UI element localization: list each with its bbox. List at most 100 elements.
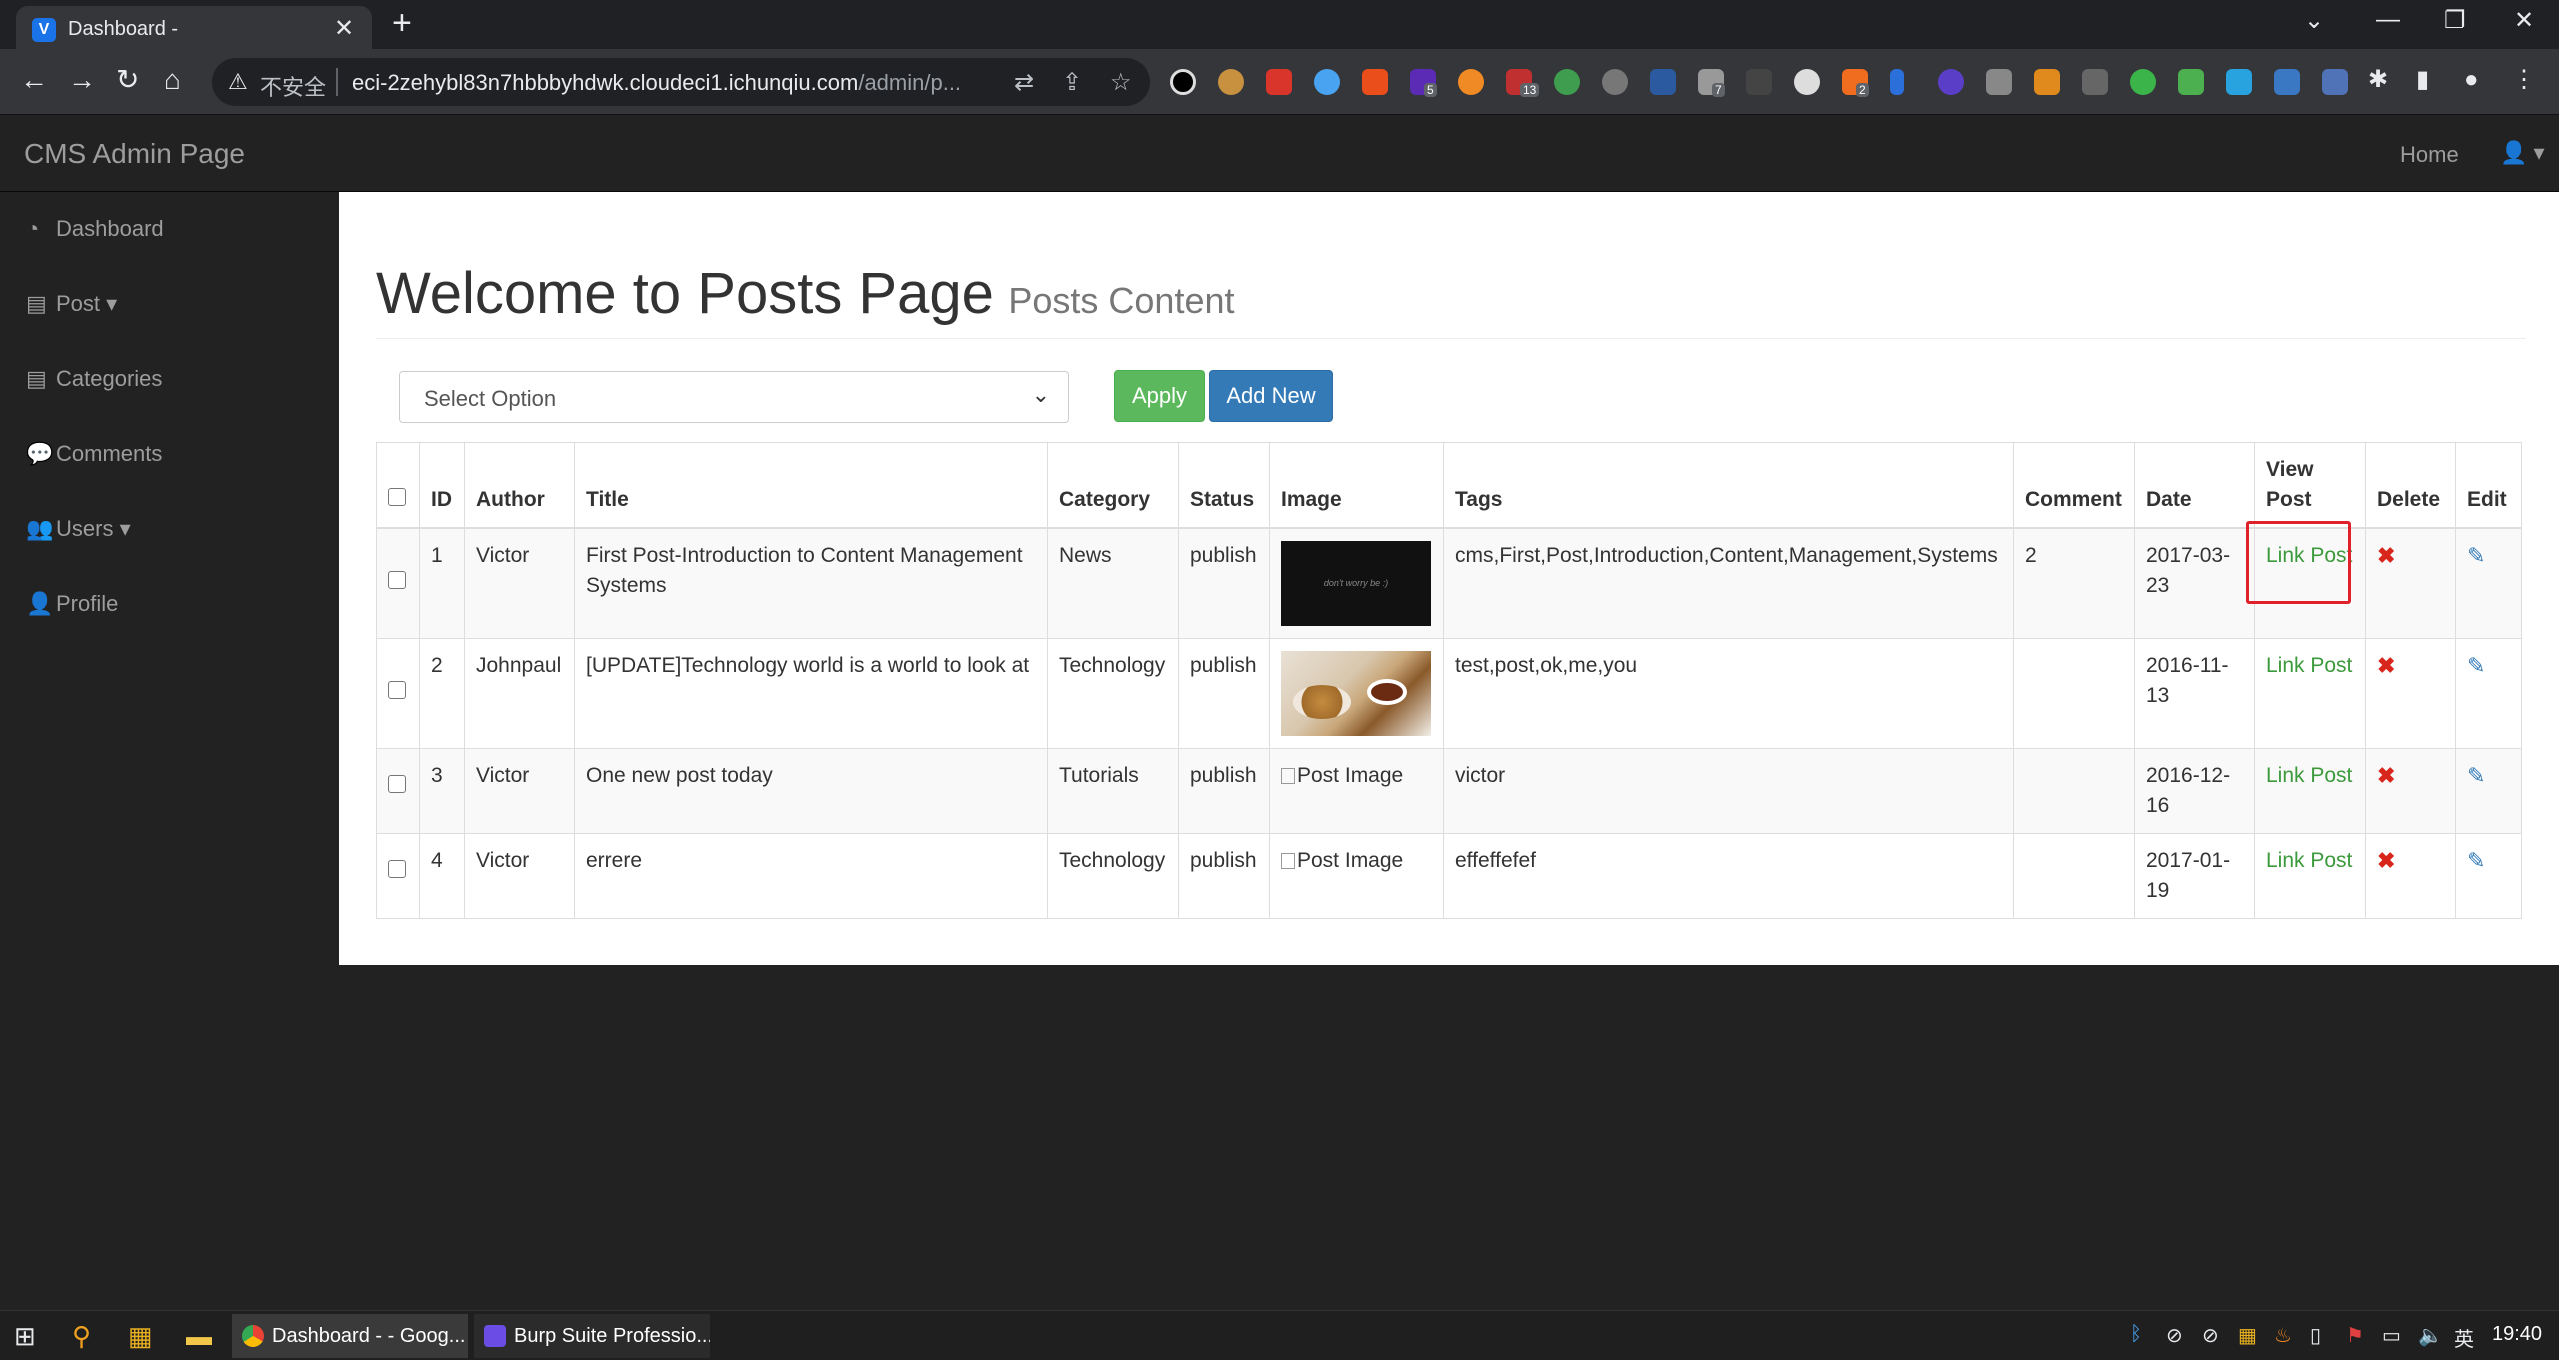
extension-icon-20[interactable]: [2082, 69, 2108, 95]
edit-icon[interactable]: ✎: [2467, 848, 2485, 873]
cell-edit: ✎: [2455, 638, 2522, 749]
delete-icon[interactable]: ✖: [2377, 763, 2395, 788]
tray-icon-7[interactable]: ⚑: [2346, 1323, 2364, 1348]
warning-triangle-icon[interactable]: ⚠: [228, 69, 248, 95]
tray-icon-3[interactable]: ⊘: [2202, 1323, 2219, 1348]
sidebar-item-dashboard[interactable]: ◔ Dashboard: [26, 216, 164, 242]
sidebar-item-categories[interactable]: ▤ Categories: [26, 366, 162, 392]
search-icon[interactable]: ⚲: [72, 1321, 91, 1352]
extension-icon-6[interactable]: 5: [1410, 69, 1437, 97]
sidebar-item-label: Comments: [56, 441, 163, 466]
widgets-icon[interactable]: ▦: [128, 1321, 153, 1352]
browser-tab-dashboard[interactable]: V Dashboard - ✕: [16, 6, 372, 49]
minimize-button[interactable]: —: [2376, 6, 2400, 34]
extension-icon-1[interactable]: [1170, 69, 1196, 95]
posts-table: ID Author Title Category Status Image Ta…: [376, 442, 2522, 919]
row-checkbox[interactable]: [388, 860, 406, 878]
extension-icon-5[interactable]: [1362, 69, 1388, 95]
browser-menu-icon[interactable]: ⋮: [2512, 65, 2536, 95]
link-post[interactable]: Link Post: [2266, 654, 2352, 677]
extension-icon-17[interactable]: [1938, 69, 1964, 95]
extension-icon-14[interactable]: [1794, 69, 1820, 95]
extension-icon-12[interactable]: 7: [1698, 69, 1725, 97]
extension-icon-21[interactable]: [2130, 69, 2156, 95]
taskbar-app-burp[interactable]: Burp Suite Professio...: [474, 1314, 710, 1358]
tab-search-chevron-icon[interactable]: ⌄: [2304, 6, 2324, 35]
tab-close-icon[interactable]: ✕: [334, 14, 354, 43]
file-explorer-icon[interactable]: ▬: [186, 1321, 212, 1352]
sidebar-item-users[interactable]: 👥 Users ▾: [26, 516, 131, 542]
extension-icon-3[interactable]: [1266, 69, 1292, 95]
url-text[interactable]: eci-2zehybl83n7hbbbyhdwk.cloudeci1.ichun…: [352, 70, 961, 96]
restore-button[interactable]: ❐: [2444, 6, 2466, 35]
sidebar: ◔ Dashboard ▤ Post ▾ ▤ Categories 💬 Comments…: [0, 192, 339, 1310]
extension-icon-7[interactable]: [1458, 69, 1484, 95]
add-new-button[interactable]: Add New: [1209, 370, 1333, 422]
extension-icon-24[interactable]: [2274, 69, 2300, 95]
taskbar-clock[interactable]: 19:40: [2492, 1323, 2542, 1346]
volume-icon[interactable]: 🔈: [2418, 1323, 2443, 1348]
back-arrow-icon[interactable]: ←: [20, 65, 48, 95]
user-menu-dropdown[interactable]: 👤 ▾: [2500, 140, 2545, 166]
tray-icon-5[interactable]: ♨: [2274, 1323, 2292, 1348]
taskbar-app-chrome[interactable]: Dashboard - - Goog...: [232, 1314, 468, 1358]
reload-icon[interactable]: ↻: [116, 65, 139, 95]
link-post[interactable]: Link Post: [2266, 849, 2352, 872]
not-secure-label[interactable]: 不安全: [260, 70, 326, 102]
windows-start-icon[interactable]: ⊞: [14, 1321, 36, 1352]
extension-icon-23[interactable]: [2226, 69, 2252, 95]
network-icon[interactable]: ▭: [2382, 1323, 2401, 1348]
cookie-extension-icon[interactable]: [1218, 69, 1244, 95]
delete-icon[interactable]: ✖: [2377, 653, 2395, 678]
home-icon[interactable]: ⌂: [164, 65, 181, 95]
ip-extension-icon[interactable]: [1602, 69, 1628, 95]
bluetooth-icon[interactable]: ᛒ: [2130, 1323, 2142, 1346]
close-window-button[interactable]: ✕: [2514, 6, 2534, 35]
battery-icon[interactable]: ▯: [2310, 1323, 2321, 1348]
sidebar-item-profile[interactable]: 👤 Profile: [26, 591, 118, 617]
extension-icon-15[interactable]: 2: [1842, 69, 1869, 97]
extension-icon-4[interactable]: [1314, 69, 1340, 95]
edit-icon[interactable]: ✎: [2467, 763, 2485, 788]
apply-button[interactable]: Apply: [1114, 370, 1205, 422]
tray-icon-2[interactable]: ⊘: [2166, 1323, 2183, 1348]
edit-icon[interactable]: ✎: [2467, 653, 2485, 678]
row-checkbox[interactable]: [388, 571, 406, 589]
home-link[interactable]: Home: [2400, 142, 2459, 168]
ime-indicator[interactable]: 英: [2454, 1323, 2474, 1352]
bulk-options-select[interactable]: Select Option ⌄: [399, 371, 1069, 423]
tray-icon-4[interactable]: ▦: [2238, 1323, 2257, 1348]
edit-icon[interactable]: ✎: [2467, 543, 2485, 568]
column-header-image: Image: [1269, 442, 1444, 529]
new-tab-button[interactable]: +: [392, 4, 412, 43]
extension-icon-22[interactable]: [2178, 69, 2204, 95]
side-panel-icon[interactable]: ▮: [2416, 65, 2429, 95]
address-bar[interactable]: ⚠ 不安全 eci-2zehybl83n7hbbbyhdwk.cloudeci1…: [212, 58, 1150, 106]
share-icon[interactable]: ⇪: [1062, 68, 1082, 97]
cell-author: Johnpaul: [464, 638, 575, 749]
extension-icon-18[interactable]: [1986, 69, 2012, 95]
forward-arrow-icon[interactable]: →: [68, 65, 96, 95]
extension-icon-19[interactable]: [2034, 69, 2060, 95]
sidebar-item-comments[interactable]: 💬 Comments: [26, 441, 162, 467]
select-all-checkbox[interactable]: [388, 488, 406, 506]
brand-link[interactable]: CMS Admin Page: [24, 138, 245, 170]
extension-icon-8[interactable]: 13: [1506, 69, 1540, 97]
translate-icon[interactable]: ⇄: [1014, 68, 1034, 97]
globe-extension-icon[interactable]: [1554, 69, 1580, 95]
chrome-icon: [242, 1325, 264, 1347]
delete-icon[interactable]: ✖: [2377, 848, 2395, 873]
extensions-puzzle-icon[interactable]: ✱: [2368, 65, 2388, 95]
extension-icon-13[interactable]: [1746, 69, 1772, 95]
extension-icon-11[interactable]: [1650, 69, 1676, 95]
row-checkbox[interactable]: [388, 775, 406, 793]
extension-icon-25[interactable]: [2322, 69, 2348, 95]
bookmark-star-icon[interactable]: ☆: [1110, 68, 1132, 97]
link-post[interactable]: Link Post: [2266, 764, 2352, 787]
row-checkbox[interactable]: [388, 681, 406, 699]
extension-icon-16[interactable]: [1890, 69, 1904, 95]
broken-image: Post Image: [1281, 764, 1403, 787]
delete-icon[interactable]: ✖: [2377, 543, 2395, 568]
profile-avatar-icon[interactable]: ●: [2464, 65, 2479, 95]
sidebar-item-post[interactable]: ▤ Post ▾: [26, 291, 117, 317]
